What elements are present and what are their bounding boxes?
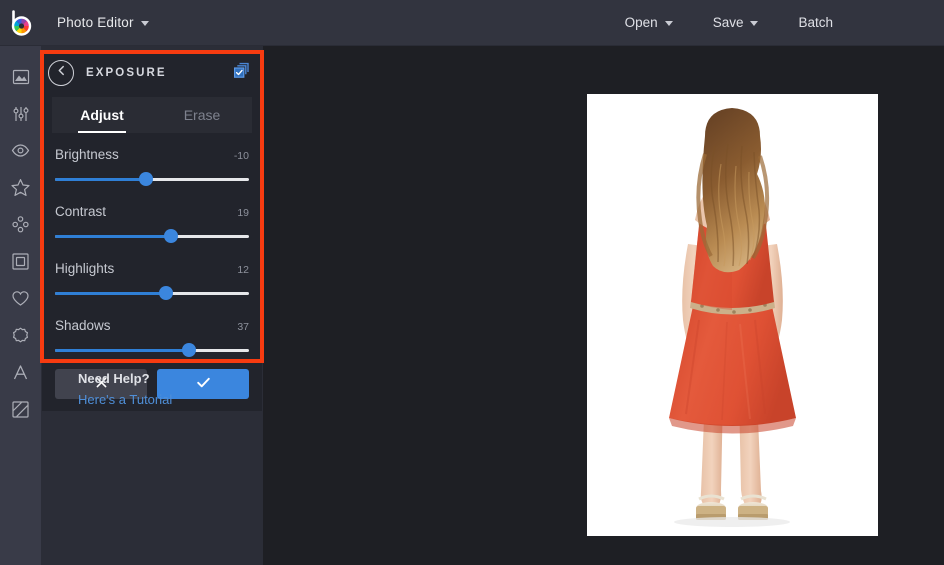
slider-track-fill [55,292,166,295]
badge-burst-icon [10,325,31,346]
sidebar-item-image[interactable] [0,58,41,95]
slider-shadows-thumb[interactable] [181,343,196,357]
sidebar-item-text[interactable] [0,354,41,391]
duplicate-layers-button[interactable] [233,62,250,84]
app-menu-button[interactable]: Photo Editor [46,9,160,37]
slider-brightness-thumb[interactable] [139,172,154,186]
slider-highlights-track[interactable] [55,286,249,300]
sidebar-item-overlays[interactable] [0,280,41,317]
slider-contrast-thumb[interactable] [164,229,179,243]
top-bar: Photo Editor Open Save Batch [0,0,944,46]
sidebar-item-frames[interactable] [0,243,41,280]
save-button-label: Save [712,15,744,30]
back-arrow-circle-icon [55,64,68,82]
slider-highlights: Highlights 12 [55,261,249,300]
slider-shadows: Shadows 37 [55,318,249,357]
tab-adjust[interactable]: Adjust [52,97,152,133]
open-button-label: Open [624,15,658,30]
slider-track-fill [55,349,189,352]
slider-shadows-header: Shadows 37 [55,318,249,333]
slider-contrast-value: 19 [237,207,249,219]
slider-brightness-track[interactable] [55,172,249,186]
slider-track-fill [55,178,147,181]
slider-highlights-label: Highlights [55,261,115,276]
batch-button-label: Batch [798,15,833,30]
left-panel-column: EXPOSURE Adjust Erase Brightness -10 Con… [41,46,263,565]
slider-brightness-value: -10 [233,150,249,162]
back-button[interactable] [48,60,74,86]
chevron-down-icon [750,21,759,26]
text-letter-a-icon [10,362,31,383]
heart-icon [10,288,31,309]
save-button[interactable]: Save [700,8,772,38]
image-mountain-icon [11,67,31,87]
slider-shadows-track[interactable] [55,343,249,357]
help-section: Need Help? Here's a Tutorial [78,371,268,409]
chevron-down-icon [140,21,149,26]
photo-canvas[interactable] [587,94,878,536]
chevron-down-icon [664,21,673,26]
sidebar-item-retouch[interactable] [0,132,41,169]
sidebar-item-stickers[interactable] [0,317,41,354]
tab-erase[interactable]: Erase [152,97,252,133]
sidebar-item-texture[interactable] [0,391,41,428]
slider-highlights-header: Highlights 12 [55,261,249,276]
tutorial-link[interactable]: Here's a Tutorial [78,392,172,407]
diagonal-stripes-square-icon [10,399,31,420]
panel-header: EXPOSURE [42,51,262,95]
batch-button[interactable]: Batch [785,8,846,38]
app-menu-label: Photo Editor [57,15,134,30]
top-bar-actions: Open Save Batch [612,8,944,38]
app-logo[interactable] [0,0,44,46]
slider-contrast: Contrast 19 [55,204,249,243]
slider-contrast-label: Contrast [55,204,107,219]
slider-brightness: Brightness -10 [55,147,249,186]
sidebar-item-adjust[interactable] [0,95,41,132]
panel-tabs: Adjust Erase [52,97,252,133]
help-title: Need Help? [78,371,150,386]
slider-brightness-header: Brightness -10 [55,147,249,162]
left-tool-rail [0,46,41,565]
tab-adjust-label: Adjust [80,107,124,123]
exposure-edit-panel: EXPOSURE Adjust Erase Brightness -10 Con… [42,51,262,411]
slider-track-fill [55,235,172,238]
slider-shadows-value: 37 [237,321,249,333]
slider-highlights-value: 12 [237,264,249,276]
slider-brightness-label: Brightness [55,147,119,162]
duplicate-layers-checked-icon [233,62,250,84]
open-button[interactable]: Open [612,8,686,38]
star-icon [10,177,31,198]
square-frame-icon [10,251,31,272]
slider-group: Brightness -10 Contrast 19 Highlights 12… [42,133,262,357]
page-title: EXPOSURE [86,67,167,79]
sliders-adjust-icon [11,104,31,124]
slider-highlights-thumb[interactable] [158,286,173,300]
slider-contrast-track[interactable] [55,229,249,243]
canvas-area[interactable] [263,46,944,565]
slider-contrast-header: Contrast 19 [55,204,249,219]
photo-editor-app: Photo Editor Open Save Batch EXPOSURE Ad… [0,0,944,565]
sidebar-item-beauty[interactable] [0,206,41,243]
slider-shadows-label: Shadows [55,318,111,333]
dots-cluster-icon [10,214,31,235]
eye-icon [10,140,31,161]
sidebar-item-effects[interactable] [0,169,41,206]
tab-erase-label: Erase [183,107,221,123]
